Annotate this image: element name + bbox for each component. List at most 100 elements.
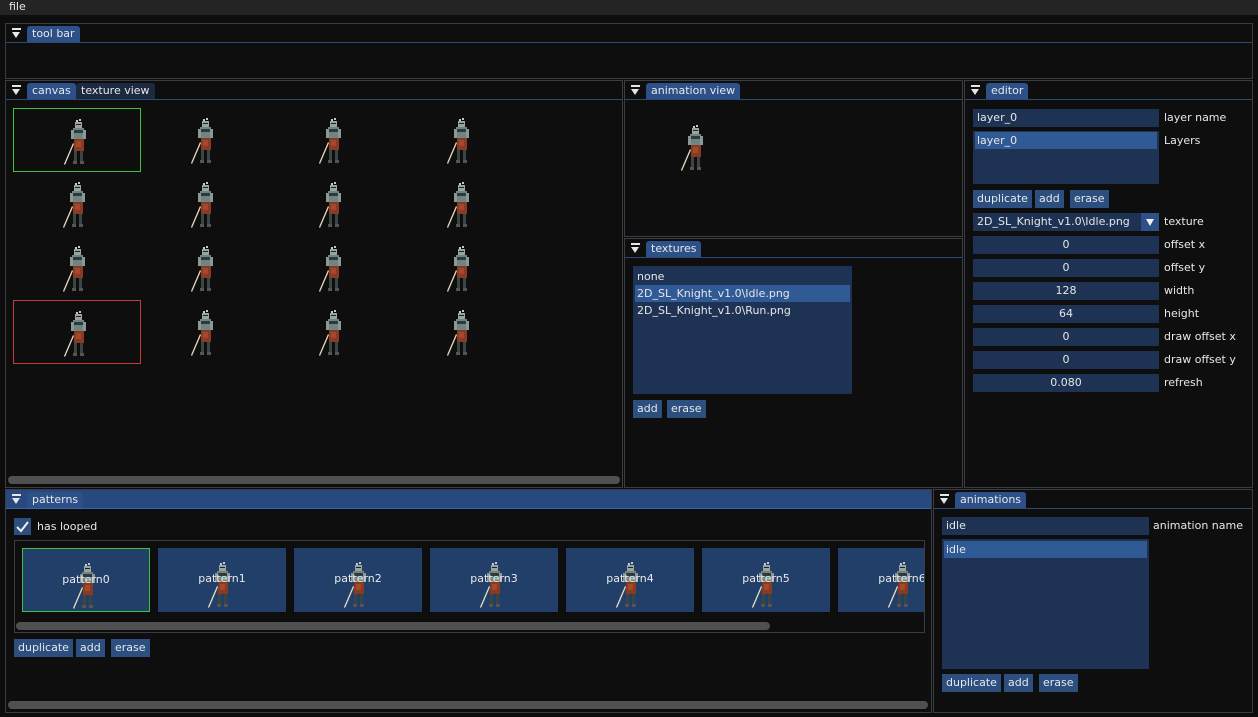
editor-field-label: draw offset x bbox=[1164, 330, 1236, 343]
texture-combo[interactable]: 2D_SL_Knight_v1.0\Idle.png bbox=[973, 213, 1159, 231]
editor-field-label: offset x bbox=[1164, 238, 1206, 251]
sprite-frame[interactable] bbox=[397, 236, 525, 300]
collapse-triangle-icon[interactable] bbox=[12, 494, 22, 505]
tab-canvas[interactable]: canvas bbox=[27, 83, 76, 99]
canvas-scroll-thumb[interactable] bbox=[8, 476, 620, 484]
sprite-frame[interactable] bbox=[397, 300, 525, 364]
editor-field-input[interactable]: 0 bbox=[973, 328, 1159, 346]
patterns-panel-scroll-thumb[interactable] bbox=[8, 701, 928, 709]
knight-sprite bbox=[205, 562, 239, 612]
layer-item[interactable]: layer_0 bbox=[975, 132, 1157, 149]
editor-field-label: height bbox=[1164, 307, 1200, 320]
duplicate-layer-button[interactable]: duplicate bbox=[973, 190, 1032, 208]
sprite-frame[interactable] bbox=[269, 108, 397, 172]
animations-list[interactable]: idle bbox=[942, 539, 1149, 669]
duplicate-animation-button[interactable]: duplicate bbox=[942, 674, 1001, 692]
knight-sprite bbox=[61, 311, 95, 361]
sprite-frame[interactable] bbox=[13, 236, 141, 300]
sprite-frame[interactable] bbox=[141, 172, 269, 236]
erase-layer-button[interactable]: erase bbox=[1070, 190, 1109, 208]
sprite-frame[interactable] bbox=[13, 300, 141, 364]
editor-field-input[interactable]: 0 bbox=[973, 259, 1159, 277]
chevron-down-icon[interactable] bbox=[1141, 213, 1159, 231]
editor-panel: editor layer_0 layer name layer_0 Layers… bbox=[964, 80, 1253, 488]
add-texture-button[interactable]: add bbox=[633, 400, 662, 418]
sprite-frame[interactable] bbox=[13, 108, 141, 172]
tab-patterns[interactable]: patterns bbox=[27, 492, 84, 508]
editor-field-input[interactable]: 128 bbox=[973, 282, 1159, 300]
pattern-label: pattern3 bbox=[470, 572, 518, 585]
pattern-label: pattern6 bbox=[878, 572, 925, 585]
sprite-frame[interactable] bbox=[269, 172, 397, 236]
sprite-frame[interactable] bbox=[141, 236, 269, 300]
tab-texture-view[interactable]: texture view bbox=[76, 83, 155, 99]
sprite-sheet-canvas[interactable] bbox=[6, 101, 623, 481]
patterns-panel-scrollbar[interactable] bbox=[8, 700, 930, 710]
animation-name-input[interactable]: idle bbox=[942, 517, 1149, 535]
patterns-scroll-thumb[interactable] bbox=[16, 622, 770, 630]
sprite-frame[interactable] bbox=[269, 300, 397, 364]
erase-pattern-button[interactable]: erase bbox=[111, 639, 150, 657]
editor-header: editor bbox=[965, 81, 1252, 100]
pattern-strip[interactable]: pattern0 pattern1 pattern2 pattern3 pattern4… bbox=[14, 540, 925, 633]
knight-sprite bbox=[885, 562, 919, 612]
sprite-frame[interactable] bbox=[141, 300, 269, 364]
collapse-triangle-icon[interactable] bbox=[940, 494, 950, 505]
pattern-thumbnail[interactable]: pattern0 bbox=[22, 548, 150, 612]
canvas-panel: canvas texture view bbox=[5, 80, 623, 488]
editor-field-input[interactable]: 64 bbox=[973, 305, 1159, 323]
texture-item-idle[interactable]: 2D_SL_Knight_v1.0\Idle.png bbox=[635, 285, 850, 302]
add-pattern-button[interactable]: add bbox=[76, 639, 105, 657]
pattern-label: pattern4 bbox=[606, 572, 654, 585]
collapse-triangle-icon[interactable] bbox=[631, 243, 641, 254]
pattern-row: pattern0 pattern1 pattern2 pattern3 pattern4… bbox=[22, 548, 925, 612]
sprite-frame[interactable] bbox=[397, 172, 525, 236]
editor-field-label: width bbox=[1164, 284, 1195, 297]
textures-header: textures bbox=[625, 239, 962, 258]
menu-file[interactable]: file bbox=[9, 0, 26, 14]
layers-label: Layers bbox=[1164, 134, 1201, 147]
collapse-triangle-icon[interactable] bbox=[631, 85, 641, 96]
animation-item-idle[interactable]: idle bbox=[944, 541, 1147, 558]
textures-list[interactable]: none 2D_SL_Knight_v1.0\Idle.png 2D_SL_Kn… bbox=[633, 266, 852, 394]
tab-editor[interactable]: editor bbox=[986, 83, 1029, 99]
erase-animation-button[interactable]: erase bbox=[1039, 674, 1078, 692]
tab-textures[interactable]: textures bbox=[646, 241, 702, 257]
texture-item-run[interactable]: 2D_SL_Knight_v1.0\Run.png bbox=[635, 302, 850, 319]
collapse-triangle-icon[interactable] bbox=[12, 85, 22, 96]
layer-name-input[interactable]: layer_0 bbox=[973, 109, 1159, 127]
pattern-thumbnail[interactable]: pattern6 bbox=[838, 548, 925, 612]
sprite-frame[interactable] bbox=[397, 108, 525, 172]
collapse-triangle-icon[interactable] bbox=[12, 28, 22, 39]
texture-item-none[interactable]: none bbox=[635, 268, 850, 285]
toolbar-panel: tool bar bbox=[5, 23, 1253, 79]
tab-animations[interactable]: animations bbox=[955, 492, 1027, 508]
editor-field-input[interactable]: 0 bbox=[973, 351, 1159, 369]
layers-list[interactable]: layer_0 bbox=[973, 131, 1159, 184]
canvas-horizontal-scrollbar[interactable] bbox=[8, 475, 622, 485]
editor-field-label: offset y bbox=[1164, 261, 1206, 274]
editor-field-input[interactable]: 0 bbox=[973, 236, 1159, 254]
texture-label: texture bbox=[1164, 215, 1204, 228]
patterns-horizontal-scrollbar[interactable] bbox=[16, 621, 923, 631]
collapse-triangle-icon[interactable] bbox=[971, 85, 981, 96]
tab-animation-view[interactable]: animation view bbox=[646, 83, 741, 99]
pattern-thumbnail[interactable]: pattern4 bbox=[566, 548, 694, 612]
duplicate-pattern-button[interactable]: duplicate bbox=[14, 639, 73, 657]
pattern-label: pattern0 bbox=[62, 573, 110, 586]
add-animation-button[interactable]: add bbox=[1004, 674, 1033, 692]
editor-field-input[interactable]: 0.080 bbox=[973, 374, 1159, 392]
has-looped-checkbox[interactable] bbox=[14, 518, 31, 535]
pattern-thumbnail[interactable]: pattern3 bbox=[430, 548, 558, 612]
pattern-thumbnail[interactable]: pattern5 bbox=[702, 548, 830, 612]
add-layer-button[interactable]: add bbox=[1035, 190, 1064, 208]
sprite-frame[interactable] bbox=[141, 108, 269, 172]
erase-texture-button[interactable]: erase bbox=[667, 400, 706, 418]
sprite-frame[interactable] bbox=[269, 236, 397, 300]
pattern-thumbnail[interactable]: pattern1 bbox=[158, 548, 286, 612]
pattern-label: pattern1 bbox=[198, 572, 246, 585]
tab-tool-bar[interactable]: tool bar bbox=[27, 26, 80, 42]
pattern-thumbnail[interactable]: pattern2 bbox=[294, 548, 422, 612]
sprite-frame[interactable] bbox=[13, 172, 141, 236]
knight-sprite bbox=[188, 310, 222, 360]
